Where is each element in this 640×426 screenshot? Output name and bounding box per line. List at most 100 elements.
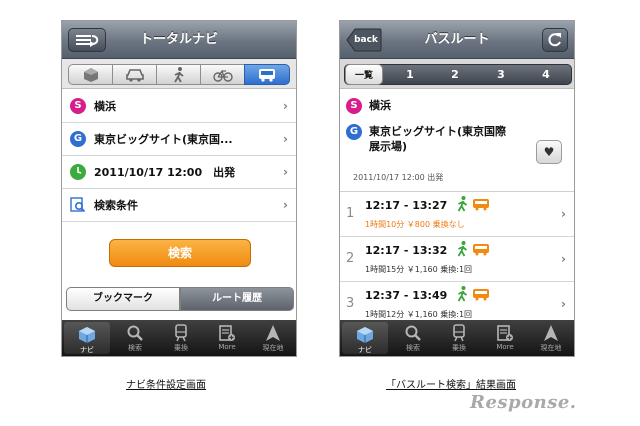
tab-route-1[interactable]: 1	[388, 64, 432, 85]
tab-list[interactable]: 一覧	[345, 64, 383, 85]
favorite-button[interactable]: ♥	[536, 140, 562, 164]
walk-icon	[173, 66, 184, 82]
history-selector: ブックマーク ルート履歴	[66, 287, 294, 311]
datetime-label: 2011/10/17 12:00 出発	[94, 166, 236, 179]
tab-label: More	[218, 343, 236, 351]
mode-bicycle-button[interactable]	[200, 64, 245, 85]
search-conditions-row[interactable]: 検索条件 ›	[62, 189, 296, 222]
route-modes	[456, 286, 490, 306]
walk-icon	[456, 241, 469, 261]
tab-navi[interactable]: ナビ	[64, 322, 110, 354]
route-time: 12:37 - 13:49	[365, 289, 448, 302]
route-time: 12:17 - 13:27	[365, 199, 448, 212]
route-row[interactable]: 1 12:17 - 13:27 1時間10分 ￥800 乗換なし ›	[340, 193, 574, 237]
navi-icon	[357, 327, 373, 343]
tab-route-3[interactable]: 3	[479, 64, 523, 85]
mode-walk-button[interactable]	[156, 64, 201, 85]
tab-label: ナビ	[80, 346, 94, 354]
page: トータルナビ S 横浜 › G 東京ビッグサイト(東京国... › 2011/1…	[0, 0, 640, 426]
tab-label: More	[496, 343, 514, 351]
tab-search[interactable]: 検索	[112, 320, 158, 356]
bus-icon	[472, 241, 490, 261]
destination-name: 東京ビッグサイト(東京国際 展示場)	[362, 124, 506, 154]
tab-route-2[interactable]: 2	[433, 64, 477, 85]
destination-line: G 東京ビッグサイト(東京国際 展示場)	[346, 124, 506, 154]
caption-bus-route-results: 「バスルート検索」結果画面	[386, 380, 516, 391]
departure-datetime: 2011/10/17 12:00 出発	[353, 173, 444, 182]
response-logo: Response.	[470, 392, 577, 413]
bus-icon	[472, 196, 490, 216]
search-conditions-icon	[70, 197, 86, 213]
tab-route-4[interactable]: 4	[524, 64, 568, 85]
car-icon	[125, 68, 144, 82]
tab-more[interactable]: More	[482, 320, 528, 356]
refresh-icon	[548, 33, 561, 47]
tab-location[interactable]: 現在地	[528, 320, 574, 356]
route-row[interactable]: 2 12:17 - 13:32 1時間15分 ￥1,160 乗換:1回 ›	[340, 238, 574, 282]
chevron-right-icon: ›	[283, 198, 288, 212]
walk-icon	[456, 286, 469, 306]
refresh-button[interactable]	[542, 28, 568, 52]
tab-transfer[interactable]: 乗換	[436, 320, 482, 356]
train-transfer-icon	[453, 324, 465, 342]
origin-label: 横浜	[94, 100, 116, 113]
navigation-bar: back バスルート	[340, 21, 574, 59]
route-number-tabs: 一覧 1 2 3 4	[340, 59, 574, 89]
chevron-right-icon: ›	[561, 297, 566, 311]
location-icon	[544, 325, 558, 341]
destination-row[interactable]: G 東京ビッグサイト(東京国... ›	[62, 123, 296, 156]
page-title: バスルート	[424, 32, 490, 47]
heart-icon: ♥	[543, 145, 555, 159]
walk-icon	[456, 196, 469, 216]
destination-name-line2: 展示場)	[369, 140, 408, 153]
bicycle-icon	[212, 69, 233, 82]
chevron-right-icon: ›	[283, 165, 288, 179]
route-number: 1	[346, 206, 355, 221]
chevron-right-icon: ›	[283, 99, 288, 113]
bookmark-tab[interactable]: ブックマーク	[66, 287, 180, 311]
mode-train-button[interactable]	[68, 64, 113, 85]
mode-car-button[interactable]	[112, 64, 157, 85]
chevron-right-icon: ›	[561, 252, 566, 266]
start-badge: S	[70, 98, 86, 114]
tab-navi[interactable]: ナビ	[342, 322, 388, 354]
clock-icon	[70, 164, 86, 180]
transport-mode-selector	[62, 59, 296, 89]
search-conditions-label: 検索条件	[94, 199, 138, 212]
mode-bus-button[interactable]	[244, 64, 290, 85]
origin-line: S 横浜	[346, 98, 391, 114]
search-button[interactable]: 検索	[109, 239, 251, 267]
route-detail: 1時間10分 ￥800 乗換なし	[365, 220, 465, 229]
tab-search[interactable]: 検索	[390, 320, 436, 356]
tab-label: 検索	[406, 344, 420, 352]
tab-label: 現在地	[540, 344, 562, 352]
start-badge: S	[346, 98, 362, 114]
navigation-bar: トータルナビ	[62, 21, 296, 59]
datetime-row[interactable]: 2011/10/17 12:00 出発 ›	[62, 156, 296, 189]
origin-row[interactable]: S 横浜 ›	[62, 90, 296, 123]
tab-label: 乗換	[452, 344, 466, 352]
tab-transfer[interactable]: 乗換	[158, 320, 204, 356]
search-icon	[405, 325, 421, 341]
tab-label: ナビ	[358, 346, 372, 354]
route-history-tab[interactable]: ルート履歴	[180, 287, 294, 311]
route-number: 3	[346, 296, 355, 311]
navi-settings-screen: トータルナビ S 横浜 › G 東京ビッグサイト(東京国... › 2011/1…	[61, 20, 297, 357]
bus-route-results-screen: back バスルート 一覧 1 2 3 4 S 横浜 G 東京ビッグサイト(東京…	[339, 20, 575, 357]
route-number: 2	[346, 251, 355, 266]
tab-location[interactable]: 現在地	[250, 320, 296, 356]
route-detail: 1時間15分 ￥1,160 乗換:1回	[365, 265, 473, 274]
goal-badge: G	[346, 124, 362, 140]
tab-bar: ナビ 検索 乗換 More 現在地	[340, 320, 574, 356]
tab-bar: ナビ 検索 乗換 More 現在地	[62, 320, 296, 356]
bus-icon	[472, 286, 490, 306]
navi-icon	[79, 327, 95, 343]
location-icon	[266, 325, 280, 341]
route-detail: 1時間12分 ￥1,160 乗換:1回	[365, 310, 473, 319]
origin-name: 横浜	[369, 99, 391, 112]
tab-label: 検索	[128, 344, 142, 352]
route-summary: S 横浜 G 東京ビッグサイト(東京国際 展示場) 2011/10/17 12:…	[340, 90, 574, 192]
chevron-right-icon: ›	[283, 132, 288, 146]
tab-more[interactable]: More	[204, 320, 250, 356]
goal-badge: G	[70, 131, 86, 147]
